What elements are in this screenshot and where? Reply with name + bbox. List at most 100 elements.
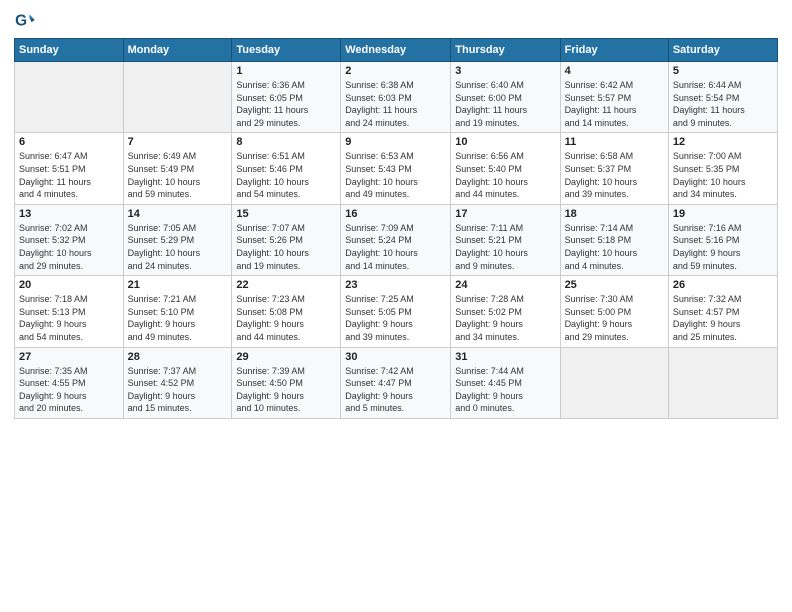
day-info: Sunrise: 7:14 AM Sunset: 5:18 PM Dayligh… [565, 222, 664, 272]
day-number: 4 [565, 65, 664, 77]
day-info: Sunrise: 7:05 AM Sunset: 5:29 PM Dayligh… [128, 222, 228, 272]
day-cell: 15Sunrise: 7:07 AM Sunset: 5:26 PM Dayli… [232, 204, 341, 275]
day-cell [123, 62, 232, 133]
day-info: Sunrise: 6:53 AM Sunset: 5:43 PM Dayligh… [345, 150, 446, 200]
day-cell [668, 347, 777, 418]
day-cell [560, 347, 668, 418]
day-number: 19 [673, 208, 773, 220]
day-info: Sunrise: 6:36 AM Sunset: 6:05 PM Dayligh… [236, 79, 336, 129]
calendar-table: SundayMondayTuesdayWednesdayThursdayFrid… [14, 38, 778, 419]
day-number: 24 [455, 279, 555, 291]
day-info: Sunrise: 7:21 AM Sunset: 5:10 PM Dayligh… [128, 293, 228, 343]
day-info: Sunrise: 6:44 AM Sunset: 5:54 PM Dayligh… [673, 79, 773, 129]
day-cell: 17 Sunrise: 7:11 AM Sunset: 5:21 PM Dayli… [451, 204, 560, 275]
week-row-3: 13 Sunrise: 7:02 AM Sunset: 5:32 PM Dayli… [15, 204, 778, 275]
day-number: 25 [565, 279, 664, 291]
day-number: 26 [673, 279, 773, 291]
day-number: 9 [345, 136, 446, 148]
day-info: Sunrise: 7:42 AM Sunset: 4:47 PM Dayligh… [345, 365, 446, 415]
day-number: 5 [673, 65, 773, 77]
day-info: Sunrise: 6:58 AM Sunset: 5:37 PM Dayligh… [565, 150, 664, 200]
day-cell: 24 Sunrise: 7:28 AM Sunset: 5:02 PM Dayli… [451, 276, 560, 347]
day-number: 30 [345, 351, 446, 363]
day-number: 6 [19, 136, 119, 148]
day-info: Sunrise: 7:28 AM Sunset: 5:02 PM Dayligh… [455, 293, 555, 343]
day-number: 13 [19, 208, 119, 220]
day-info: Sunrise: 7:37 AM Sunset: 4:52 PM Dayligh… [128, 365, 228, 415]
day-info: Sunrise: 6:49 AM Sunset: 5:49 PM Dayligh… [128, 150, 228, 200]
day-cell: 23Sunrise: 7:25 AM Sunset: 5:05 PM Dayli… [341, 276, 451, 347]
day-number: 17 [455, 208, 555, 220]
day-cell: 29 Sunrise: 7:39 AM Sunset: 4:50 PM Dayli… [232, 347, 341, 418]
day-cell: 14 Sunrise: 7:05 AM Sunset: 5:29 PM Dayli… [123, 204, 232, 275]
weekday-friday: Friday [560, 39, 668, 62]
day-cell: 30 Sunrise: 7:42 AM Sunset: 4:47 PM Dayli… [341, 347, 451, 418]
day-info: Sunrise: 7:18 AM Sunset: 5:13 PM Dayligh… [19, 293, 119, 343]
day-cell: 19 Sunrise: 7:16 AM Sunset: 5:16 PM Dayli… [668, 204, 777, 275]
day-number: 18 [565, 208, 664, 220]
day-cell: 2Sunrise: 6:38 AM Sunset: 6:03 PM Daylig… [341, 62, 451, 133]
day-info: Sunrise: 6:56 AM Sunset: 5:40 PM Dayligh… [455, 150, 555, 200]
weekday-saturday: Saturday [668, 39, 777, 62]
day-cell: 27 Sunrise: 7:35 AM Sunset: 4:55 PM Dayli… [15, 347, 124, 418]
day-cell: 12 Sunrise: 7:00 AM Sunset: 5:35 PM Dayli… [668, 133, 777, 204]
day-cell: 9 Sunrise: 6:53 AM Sunset: 5:43 PM Daylig… [341, 133, 451, 204]
day-number: 2 [345, 65, 446, 77]
day-number: 21 [128, 279, 228, 291]
day-info: Sunrise: 7:00 AM Sunset: 5:35 PM Dayligh… [673, 150, 773, 200]
day-cell: 16 Sunrise: 7:09 AM Sunset: 5:24 PM Dayli… [341, 204, 451, 275]
day-number: 12 [673, 136, 773, 148]
day-number: 22 [236, 279, 336, 291]
day-cell: 4 Sunrise: 6:42 AM Sunset: 5:57 PM Daylig… [560, 62, 668, 133]
logo: G [14, 10, 38, 32]
day-info: Sunrise: 6:51 AM Sunset: 5:46 PM Dayligh… [236, 150, 336, 200]
day-cell: 25Sunrise: 7:30 AM Sunset: 5:00 PM Dayli… [560, 276, 668, 347]
day-cell: 21 Sunrise: 7:21 AM Sunset: 5:10 PM Dayli… [123, 276, 232, 347]
day-number: 8 [236, 136, 336, 148]
day-cell: 13 Sunrise: 7:02 AM Sunset: 5:32 PM Dayli… [15, 204, 124, 275]
day-info: Sunrise: 7:35 AM Sunset: 4:55 PM Dayligh… [19, 365, 119, 415]
day-info: Sunrise: 7:02 AM Sunset: 5:32 PM Dayligh… [19, 222, 119, 272]
day-cell [15, 62, 124, 133]
svg-text:G: G [15, 12, 27, 29]
day-number: 20 [19, 279, 119, 291]
weekday-monday: Monday [123, 39, 232, 62]
day-cell: 31 Sunrise: 7:44 AM Sunset: 4:45 PM Dayli… [451, 347, 560, 418]
day-cell: 18 Sunrise: 7:14 AM Sunset: 5:18 PM Dayli… [560, 204, 668, 275]
header: G [14, 10, 778, 32]
day-cell: 7Sunrise: 6:49 AM Sunset: 5:49 PM Daylig… [123, 133, 232, 204]
calendar-page: G SundayMondayTuesdayWednesdayThursdayFr… [0, 0, 792, 612]
day-cell: 10Sunrise: 6:56 AM Sunset: 5:40 PM Dayli… [451, 133, 560, 204]
week-row-4: 20 Sunrise: 7:18 AM Sunset: 5:13 PM Dayli… [15, 276, 778, 347]
day-number: 23 [345, 279, 446, 291]
week-row-5: 27 Sunrise: 7:35 AM Sunset: 4:55 PM Dayli… [15, 347, 778, 418]
day-info: Sunrise: 6:47 AM Sunset: 5:51 PM Dayligh… [19, 150, 119, 200]
day-number: 28 [128, 351, 228, 363]
day-number: 1 [236, 65, 336, 77]
day-cell: 22Sunrise: 7:23 AM Sunset: 5:08 PM Dayli… [232, 276, 341, 347]
weekday-header-row: SundayMondayTuesdayWednesdayThursdayFrid… [15, 39, 778, 62]
day-cell: 26 Sunrise: 7:32 AM Sunset: 4:57 PM Dayli… [668, 276, 777, 347]
weekday-tuesday: Tuesday [232, 39, 341, 62]
day-number: 27 [19, 351, 119, 363]
day-info: Sunrise: 7:39 AM Sunset: 4:50 PM Dayligh… [236, 365, 336, 415]
weekday-thursday: Thursday [451, 39, 560, 62]
day-info: Sunrise: 7:07 AM Sunset: 5:26 PM Dayligh… [236, 222, 336, 272]
weekday-sunday: Sunday [15, 39, 124, 62]
day-number: 14 [128, 208, 228, 220]
day-cell: 20 Sunrise: 7:18 AM Sunset: 5:13 PM Dayli… [15, 276, 124, 347]
day-number: 31 [455, 351, 555, 363]
day-number: 16 [345, 208, 446, 220]
day-info: Sunrise: 7:32 AM Sunset: 4:57 PM Dayligh… [673, 293, 773, 343]
day-number: 3 [455, 65, 555, 77]
day-info: Sunrise: 7:44 AM Sunset: 4:45 PM Dayligh… [455, 365, 555, 415]
day-info: Sunrise: 7:16 AM Sunset: 5:16 PM Dayligh… [673, 222, 773, 272]
day-number: 29 [236, 351, 336, 363]
day-info: Sunrise: 7:09 AM Sunset: 5:24 PM Dayligh… [345, 222, 446, 272]
day-cell: 3 Sunrise: 6:40 AM Sunset: 6:00 PM Daylig… [451, 62, 560, 133]
week-row-2: 6 Sunrise: 6:47 AM Sunset: 5:51 PM Daylig… [15, 133, 778, 204]
day-info: Sunrise: 7:11 AM Sunset: 5:21 PM Dayligh… [455, 222, 555, 272]
day-cell: 28 Sunrise: 7:37 AM Sunset: 4:52 PM Dayli… [123, 347, 232, 418]
day-info: Sunrise: 6:40 AM Sunset: 6:00 PM Dayligh… [455, 79, 555, 129]
day-info: Sunrise: 6:42 AM Sunset: 5:57 PM Dayligh… [565, 79, 664, 129]
